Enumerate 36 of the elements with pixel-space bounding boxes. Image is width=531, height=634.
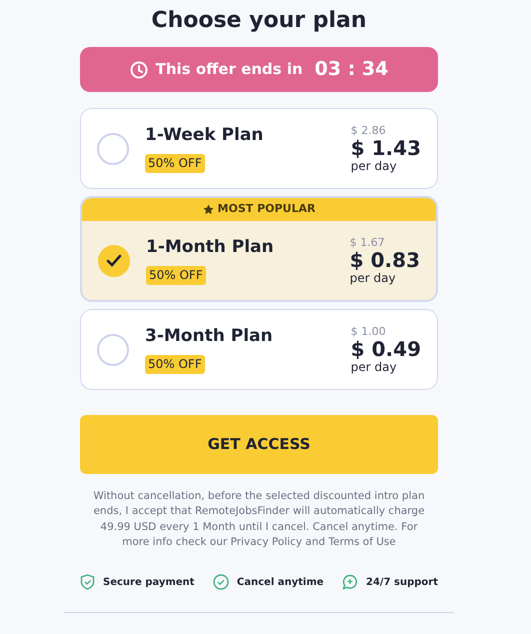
feature-label: 24/7 support <box>366 576 438 590</box>
feature-label: Cancel anytime <box>236 576 324 590</box>
old-price: $ 2.86 <box>350 124 386 137</box>
discount-badge: 50% OFF <box>145 355 205 374</box>
get-access-button[interactable]: GET ACCESS <box>80 415 438 474</box>
price-unit: per day <box>350 360 397 374</box>
ribbon-label: MOST POPULAR <box>218 201 316 218</box>
checkmark-icon <box>106 254 122 268</box>
old-price: $ 1.00 <box>350 325 386 338</box>
plan-card[interactable]: MOST POPULAR 1-Month Plan 50% OFF $ 1.67 $ 0.83 per day <box>80 196 438 302</box>
disclaimer-text: Without cancellation, before the selected discounted intro plan ends, I accept that RemoteJobsFinder will automatically charge 49.99 USD every 1 Month until I cancel. Cancel anytime. For more info check our Privacy Policy and Terms of Use <box>92 489 426 550</box>
star-icon <box>202 204 214 215</box>
timer-label: This offer ends in <box>156 59 303 80</box>
plan-name: 1-Week Plan <box>145 124 264 146</box>
shield-icon <box>80 574 95 590</box>
plan-card[interactable]: 3-Month Plan 50% OFF $ 1.00 $ 0.49 per day <box>80 309 438 390</box>
plan-price: $ 0.49 <box>350 338 421 360</box>
plan-price: $ 0.83 <box>350 249 420 271</box>
plan-price: $ 1.43 <box>350 137 421 159</box>
plan-name: 1-Month Plan <box>146 236 274 258</box>
page-title: Choose your plan <box>150 7 368 35</box>
radio-button[interactable] <box>97 132 129 164</box>
radio-button[interactable] <box>98 244 130 276</box>
plan-card[interactable]: 1-Week Plan 50% OFF $ 2.86 $ 1.43 per day <box>80 108 438 189</box>
discount-badge: 50% OFF <box>146 266 206 285</box>
chat-plus-icon <box>342 574 358 590</box>
feature-label: Secure payment <box>103 576 194 590</box>
radio-button[interactable] <box>97 334 129 366</box>
clock-icon <box>130 60 148 78</box>
countdown-time: 03 : 34 <box>314 57 388 82</box>
old-price: $ 1.67 <box>350 236 385 249</box>
discount-badge: 50% OFF <box>145 154 205 173</box>
plan-name: 3-Month Plan <box>145 325 273 347</box>
price-unit: per day <box>350 159 397 173</box>
price-unit: per day <box>350 271 396 285</box>
check-circle-icon <box>212 574 229 590</box>
